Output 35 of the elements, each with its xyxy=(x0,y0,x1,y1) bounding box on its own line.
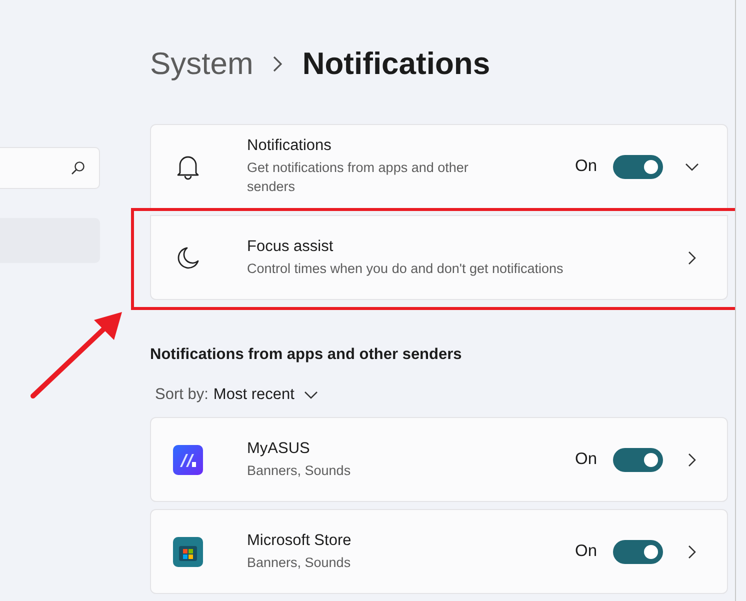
chevron-right-icon[interactable] xyxy=(688,544,696,558)
setting-card[interactable]: Focus assist Control times when you do and don't get notifications xyxy=(150,215,728,300)
setting-description: Get notifications from apps and other senders xyxy=(247,159,470,196)
setting-title: Focus assist xyxy=(247,238,334,256)
chevron-down-icon[interactable] xyxy=(685,162,699,170)
setting-description: Control times when you do and don't get notifications xyxy=(247,260,564,278)
toggle-label: On xyxy=(574,450,597,469)
setting-description: Banners, Sounds xyxy=(247,554,352,572)
app-logo-icon xyxy=(173,444,203,474)
setting-title: Microsoft Store xyxy=(247,532,352,550)
search-field[interactable] xyxy=(0,147,100,189)
setting-card[interactable]: Notifications Get notifications from apps and other senders On xyxy=(150,124,728,209)
chevron-down-icon[interactable] xyxy=(304,391,318,399)
chevron-right-icon[interactable] xyxy=(688,452,696,466)
chevron-right-icon[interactable] xyxy=(688,250,696,264)
sort-label: Sort by: xyxy=(155,386,208,404)
store-icon xyxy=(173,536,203,566)
setting-description: Banners, Sounds xyxy=(247,462,352,480)
breadcrumb-link[interactable]: System xyxy=(150,46,254,82)
toggle-switch[interactable] xyxy=(613,154,663,178)
toggle-label: On xyxy=(574,542,597,561)
section-heading: Notifications from apps and other senders xyxy=(150,346,463,364)
page-title: Notifications xyxy=(302,46,490,82)
bell-icon xyxy=(176,154,200,180)
toggle-label: On xyxy=(574,157,597,176)
moon-icon xyxy=(176,246,200,270)
setting-card[interactable]: MyASUS Banners, Sounds On xyxy=(150,417,728,502)
chevron-right-icon xyxy=(273,56,282,72)
toggle-switch[interactable] xyxy=(613,448,663,472)
toggle-switch[interactable] xyxy=(613,540,663,564)
setting-title: MyASUS xyxy=(247,440,311,458)
sort-dropdown[interactable]: Most recent xyxy=(213,386,294,404)
search-icon xyxy=(71,161,85,175)
setting-title: Notifications xyxy=(247,137,332,155)
setting-card[interactable]: Microsoft Store Banners, Sounds On xyxy=(150,509,728,594)
